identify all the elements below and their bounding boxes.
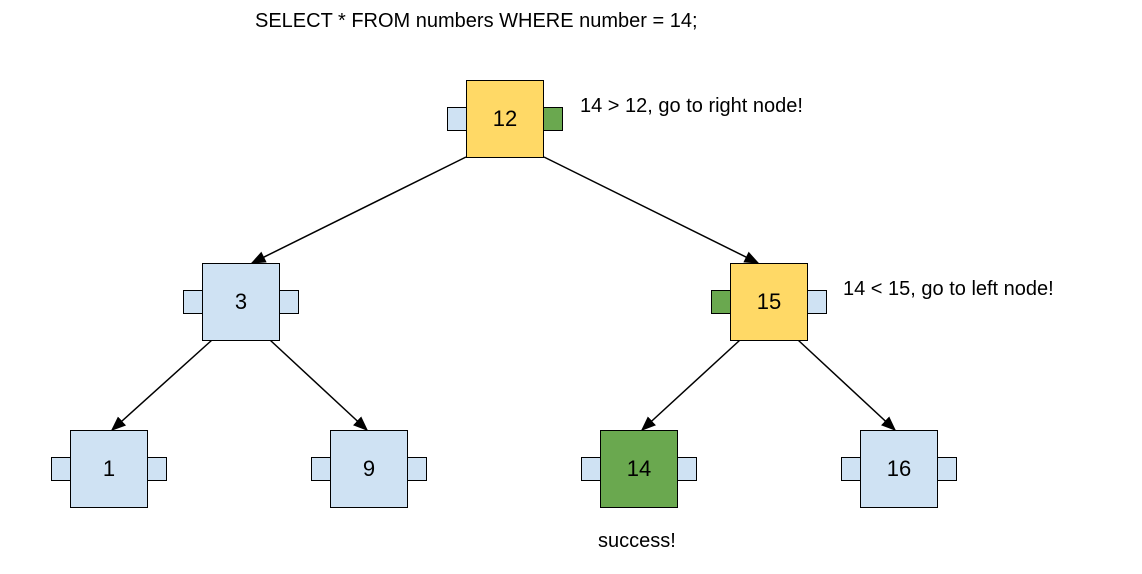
annotation-n15: 14 < 15, go to left node! — [843, 278, 1054, 301]
node-value: 12 — [493, 106, 517, 132]
node-tab-left — [581, 457, 601, 481]
node-value: 16 — [887, 456, 911, 482]
annotation-success: success! — [598, 530, 676, 553]
node-value: 9 — [363, 456, 375, 482]
tree-node-16: 16 — [860, 430, 938, 508]
node-tab-left — [183, 290, 203, 314]
node-tab-right — [937, 457, 957, 481]
diagram-canvas: SELECT * FROM numbers WHERE number = 14;… — [0, 0, 1142, 574]
node-tab-right — [279, 290, 299, 314]
node-value: 1 — [103, 456, 115, 482]
tree-node-14: 14 — [600, 430, 678, 508]
sql-query: SELECT * FROM numbers WHERE number = 14; — [255, 10, 698, 33]
tree-node-3: 3 — [202, 263, 280, 341]
node-tab-left — [311, 457, 331, 481]
tree-node-1: 1 — [70, 430, 148, 508]
node-tab-right — [147, 457, 167, 481]
node-tab-left — [711, 290, 731, 314]
node-tab-left — [51, 457, 71, 481]
node-value: 15 — [757, 289, 781, 315]
tree-node-root: 12 — [466, 80, 544, 158]
node-value: 14 — [627, 456, 651, 482]
node-tab-right — [677, 457, 697, 481]
node-tab-right — [543, 107, 563, 131]
node-value: 3 — [235, 289, 247, 315]
node-tab-right — [407, 457, 427, 481]
tree-node-9: 9 — [330, 430, 408, 508]
node-tab-left — [447, 107, 467, 131]
annotation-root: 14 > 12, go to right node! — [580, 95, 803, 118]
node-tab-left — [841, 457, 861, 481]
node-tab-right — [807, 290, 827, 314]
tree-node-15: 15 — [730, 263, 808, 341]
